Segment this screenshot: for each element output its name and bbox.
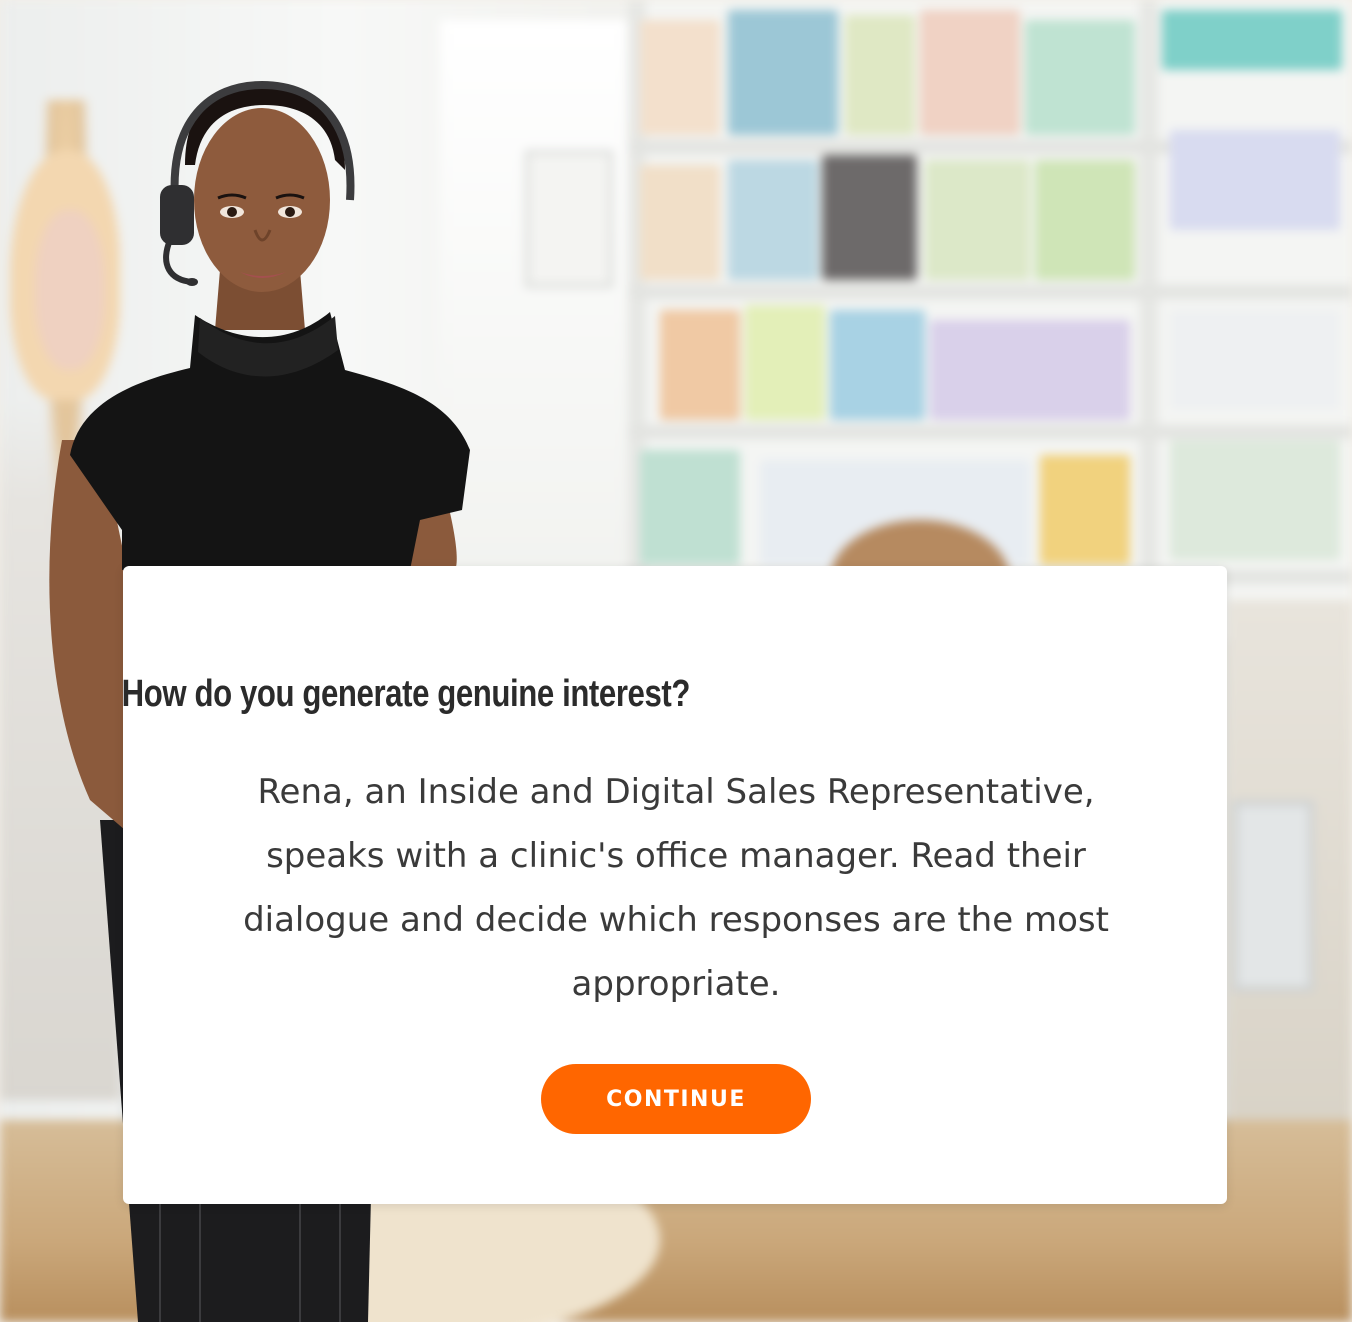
dialog-body-text: Rena, an Inside and Digital Sales Repres… xyxy=(243,772,1109,1004)
rep-face xyxy=(194,108,330,292)
shelf-product xyxy=(660,310,740,420)
shelf-product xyxy=(745,305,825,420)
dialog-title: How do you generate genuine interest? xyxy=(121,673,691,715)
shelf-product xyxy=(1025,20,1135,135)
rep-left-pupil xyxy=(227,207,237,217)
shelf-product xyxy=(1170,440,1340,560)
shelf-product xyxy=(1035,160,1135,280)
background-doorframe xyxy=(525,150,613,288)
shelf-post xyxy=(1140,0,1158,640)
shelf-product xyxy=(1162,10,1342,70)
rep-right-pupil xyxy=(285,207,295,217)
shelf-product xyxy=(640,165,720,280)
shelf-product xyxy=(640,450,740,565)
shelf-board xyxy=(628,425,1352,439)
shelf-product xyxy=(845,15,915,135)
shelf-product xyxy=(1170,130,1340,230)
shelf-product xyxy=(1170,310,1340,410)
background-monitor xyxy=(1232,800,1314,992)
shelf-product xyxy=(728,160,818,280)
shelf-product xyxy=(830,310,925,420)
shelf-product xyxy=(930,320,1130,420)
shelf-product xyxy=(925,160,1030,280)
shelf-product xyxy=(1040,455,1130,565)
shelf-product xyxy=(728,10,838,135)
shelf-product xyxy=(822,155,917,280)
scene-stage: How do you generate genuine interest? Re… xyxy=(0,0,1352,1322)
shelf-product xyxy=(640,20,720,135)
shelf-product xyxy=(920,10,1020,135)
continue-button[interactable]: CONTINUE xyxy=(541,1064,811,1134)
shelf-board xyxy=(628,285,1352,299)
